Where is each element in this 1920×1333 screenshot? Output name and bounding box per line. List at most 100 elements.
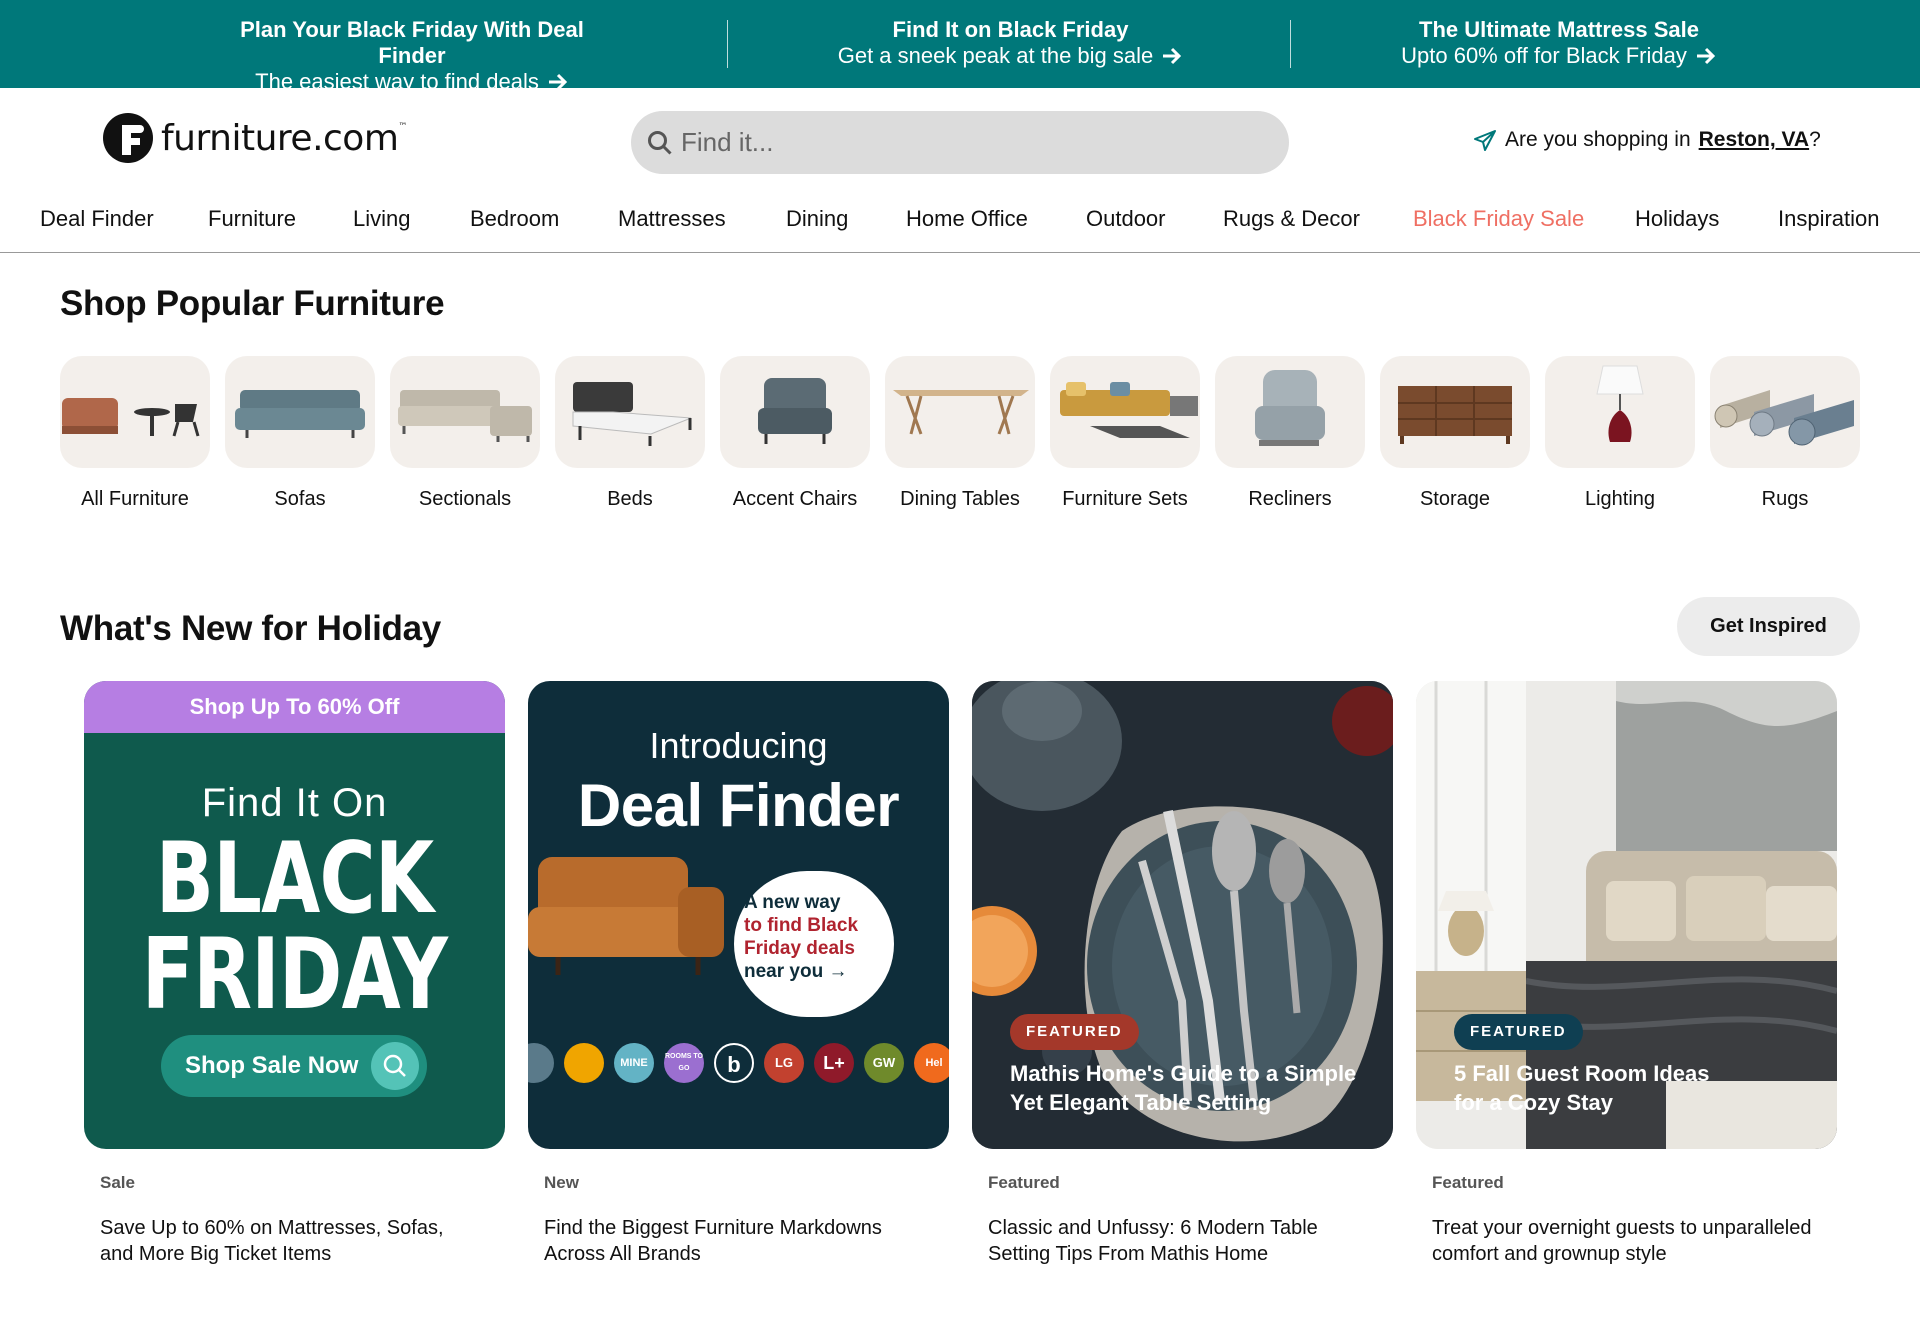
- holiday-section-title: What's New for Holiday: [60, 609, 441, 648]
- brand-logo: Hel: [914, 1043, 949, 1083]
- category-label: Sectionals: [418, 488, 512, 510]
- category-label: Recliners: [1248, 488, 1332, 510]
- main-nav: Deal Finder Furniture Living Bedroom Mat…: [0, 200, 1920, 253]
- nav-holidays[interactable]: Holidays: [1635, 206, 1719, 232]
- promo-deal-finder[interactable]: Plan Your Black Friday With Deal Finder …: [207, 17, 617, 95]
- search-bar[interactable]: [631, 111, 1289, 174]
- photo-caption: Mathis Home's Guide to a Simple Yet Eleg…: [1010, 1061, 1357, 1115]
- promo-mattress-sale[interactable]: The Ultimate Mattress Sale Upto 60% off …: [1394, 17, 1724, 69]
- category-rugs[interactable]: Rugs: [1710, 356, 1860, 511]
- category-furniture-sets[interactable]: Furniture Sets: [1050, 356, 1200, 511]
- category-image: [1545, 356, 1695, 468]
- category-sectionals[interactable]: Sectionals: [390, 356, 540, 511]
- nav-home-office[interactable]: Home Office: [906, 206, 1028, 232]
- nav-deal-finder[interactable]: Deal Finder: [40, 206, 154, 232]
- get-inspired-button[interactable]: Get Inspired: [1677, 597, 1860, 656]
- category-label: Furniture Sets: [1062, 488, 1188, 510]
- nav-black-friday-sale[interactable]: Black Friday Sale: [1413, 206, 1584, 232]
- card-intro: Introducing: [649, 725, 828, 766]
- nav-dining[interactable]: Dining: [786, 206, 848, 232]
- brand-logo: [564, 1043, 604, 1083]
- category-label: Dining Tables: [900, 488, 1020, 510]
- paper-plane-icon: [1474, 130, 1496, 151]
- card-banner: Shop Up To 60% Off: [84, 681, 505, 733]
- search-input[interactable]: [681, 127, 1241, 158]
- card-image: Introducing Deal Finder A new way to fin…: [528, 681, 949, 1149]
- category-label: Rugs: [1761, 488, 1809, 510]
- promo-subtitle: Get a sneek peak at the big sale: [837, 43, 1154, 68]
- promo-title: Plan Your Black Friday With Deal Finder: [240, 17, 584, 68]
- location-selector: Are you shopping in Reston, VA?: [1473, 128, 1821, 152]
- category-all-furniture[interactable]: All Furniture: [60, 356, 210, 511]
- brand-logo: LG: [764, 1043, 804, 1083]
- category-label: Sofas: [274, 488, 326, 510]
- arrow-right-icon: [548, 73, 567, 91]
- promo-divider: [1290, 20, 1291, 68]
- featured-badge: FEATURED: [1010, 1014, 1139, 1050]
- logo-text: furniture.com™: [161, 117, 407, 159]
- nav-furniture[interactable]: Furniture: [208, 206, 296, 232]
- photo-caption: 5 Fall Guest Room Ideas for a Cozy Stay: [1454, 1061, 1710, 1115]
- location-suffix: ?: [1809, 128, 1821, 151]
- category-sofas[interactable]: Sofas: [225, 356, 375, 511]
- card-title[interactable]: Classic and Unfussy: 6 Modern Table Sett…: [988, 1215, 1368, 1267]
- promo-black-friday[interactable]: Find It on Black Friday Get a sneek peak…: [828, 17, 1193, 69]
- popular-section-title: Shop Popular Furniture: [60, 284, 445, 323]
- category-image: [225, 356, 375, 468]
- nav-outdoor[interactable]: Outdoor: [1086, 206, 1166, 232]
- search-icon: [371, 1042, 419, 1090]
- category-label: Storage: [1419, 488, 1491, 510]
- nav-rugs-decor[interactable]: Rugs & Decor: [1223, 206, 1360, 232]
- card-headline: Deal Finder: [577, 772, 900, 839]
- nav-inspiration[interactable]: Inspiration: [1778, 206, 1880, 232]
- arrow-right-icon: [1696, 47, 1715, 65]
- nav-bedroom[interactable]: Bedroom: [470, 206, 559, 232]
- promo-title: Find It on Black Friday: [892, 17, 1129, 42]
- location-city-link[interactable]: Reston, VA: [1699, 128, 1809, 152]
- card-title[interactable]: Save Up to 60% on Mattresses, Sofas, and…: [100, 1215, 480, 1267]
- holiday-card-new[interactable]: Introducing Deal Finder A new way to fin…: [528, 681, 949, 1267]
- category-label: All Furniture: [81, 488, 189, 510]
- category-image: [1380, 356, 1530, 468]
- promo-divider: [727, 20, 728, 68]
- site-logo[interactable]: furniture.com™: [103, 113, 407, 163]
- featured-badge: FEATURED: [1454, 1014, 1583, 1050]
- bubble-text: A new way to find Black Friday deals nea…: [744, 892, 859, 982]
- category-image: [720, 356, 870, 468]
- category-storage[interactable]: Storage: [1380, 356, 1530, 511]
- card-title[interactable]: Treat your overnight guests to unparalle…: [1432, 1215, 1812, 1267]
- card-image: FEATURED Mathis Home's Guide to a Simple…: [972, 681, 1393, 1149]
- card-title[interactable]: Find the Biggest Furniture Markdowns Acr…: [544, 1215, 924, 1267]
- location-prefix: Are you shopping in: [1505, 128, 1691, 151]
- card-line-find-it-on: Find It On: [201, 781, 388, 825]
- brand-logo: b: [714, 1043, 754, 1083]
- logo-mark-icon: [103, 113, 153, 163]
- category-dining-tables[interactable]: Dining Tables: [885, 356, 1035, 511]
- promo-subtitle: The easiest way to find deals: [255, 69, 539, 94]
- nav-mattresses[interactable]: Mattresses: [618, 206, 726, 232]
- category-beds[interactable]: Beds: [555, 356, 705, 511]
- card-image: FEATURED 5 Fall Guest Room Ideas for a C…: [1416, 681, 1837, 1149]
- brand-logo: MINE: [614, 1043, 654, 1083]
- card-tag: New: [544, 1173, 579, 1192]
- promo-bar: Plan Your Black Friday With Deal Finder …: [0, 0, 1920, 94]
- category-image: [885, 356, 1035, 468]
- holiday-card-featured-table[interactable]: FEATURED Mathis Home's Guide to a Simple…: [972, 681, 1393, 1267]
- holiday-card-featured-guest-room[interactable]: FEATURED 5 Fall Guest Room Ideas for a C…: [1416, 681, 1837, 1267]
- brand-logo: L+: [814, 1043, 854, 1083]
- shop-sale-now-button[interactable]: Shop Sale Now: [161, 1035, 427, 1097]
- brand-logo: [528, 1043, 554, 1083]
- card-line-black: BLACK: [155, 822, 434, 936]
- search-icon: [648, 130, 672, 155]
- nav-living[interactable]: Living: [353, 206, 410, 232]
- category-image: [1215, 356, 1365, 468]
- category-lighting[interactable]: Lighting: [1545, 356, 1695, 511]
- category-accent-chairs[interactable]: Accent Chairs: [720, 356, 870, 511]
- category-image: [1050, 356, 1200, 468]
- cta-label: Shop Sale Now: [185, 1052, 359, 1079]
- category-recliners[interactable]: Recliners: [1215, 356, 1365, 511]
- holiday-card-sale[interactable]: Shop Up To 60% Off Find It On BLACK FRID…: [84, 681, 505, 1267]
- arrow-right-icon: [1163, 47, 1182, 65]
- card-image: Shop Up To 60% Off Find It On BLACK FRID…: [84, 681, 505, 1149]
- brand-logo: GW: [864, 1043, 904, 1083]
